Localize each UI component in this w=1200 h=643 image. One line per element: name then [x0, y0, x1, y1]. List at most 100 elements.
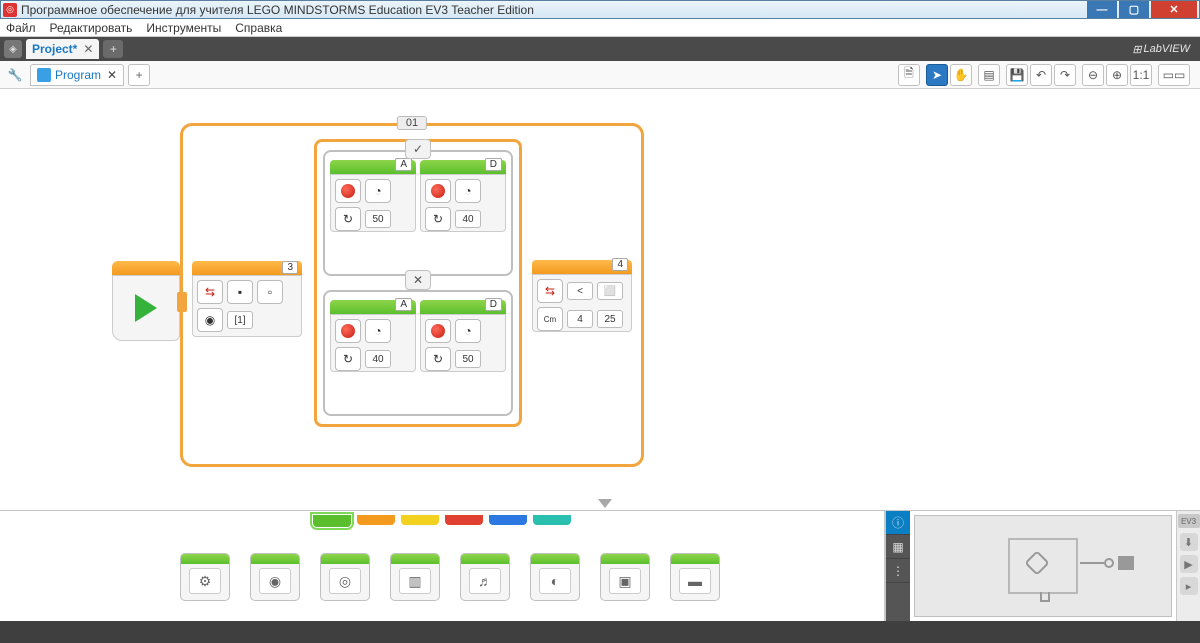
- redo-button[interactable]: ↷: [1054, 64, 1076, 86]
- palette-tab-myblocks[interactable]: [533, 515, 571, 525]
- loop-exit-icon[interactable]: [537, 279, 563, 303]
- motor-port-d[interactable]: D: [485, 158, 502, 171]
- zoom-out-button[interactable]: ⊖: [1082, 64, 1104, 86]
- palette-tab-action[interactable]: [313, 515, 351, 527]
- window-close-button[interactable]: ✕: [1151, 1, 1197, 18]
- window-title: Программное обеспечение для учителя LEGO…: [21, 3, 1085, 17]
- motor-mode-icon[interactable]: [425, 207, 451, 231]
- save-button[interactable]: 💾: [1006, 64, 1028, 86]
- zoom-fit-button[interactable]: 1:1: [1130, 64, 1152, 86]
- comment-tool-button[interactable]: ▤: [978, 64, 1000, 86]
- menu-file[interactable]: Файл: [6, 21, 36, 35]
- motor-port-d[interactable]: D: [485, 298, 502, 311]
- power-dial-icon[interactable]: [365, 179, 391, 203]
- loop-end-block[interactable]: 4 < ⬜ Cm 4 25: [532, 260, 632, 340]
- motor-icon: [335, 179, 361, 203]
- motor-power-value[interactable]: 40: [365, 350, 391, 368]
- motor-power-value[interactable]: 50: [455, 350, 481, 368]
- motor-mode-icon[interactable]: [335, 207, 361, 231]
- sensor-index-value[interactable]: [1]: [227, 311, 253, 329]
- power-dial-icon[interactable]: [455, 319, 481, 343]
- project-tab-label: Project*: [32, 42, 77, 56]
- loop-end-value-1[interactable]: 4: [567, 310, 593, 328]
- menubar: Файл Редактировать Инструменты Справка: [0, 19, 1200, 37]
- motor-power-value[interactable]: 50: [365, 210, 391, 228]
- run-button[interactable]: ▶: [1180, 555, 1198, 573]
- motor-block-d-top[interactable]: D 40: [420, 160, 506, 266]
- loop-end-port-badge[interactable]: 4: [612, 258, 628, 271]
- add-project-button[interactable]: +: [103, 40, 123, 58]
- start-block[interactable]: [112, 261, 180, 341]
- loop-index-label[interactable]: 01: [397, 116, 427, 130]
- menu-tools[interactable]: Инструменты: [146, 21, 221, 35]
- program-tab-close-icon[interactable]: ✕: [107, 68, 117, 82]
- palette-block-brick-status-light[interactable]: ▣: [600, 553, 650, 601]
- switch-case-false-icon[interactable]: ✕: [405, 270, 431, 290]
- motor-icon: [335, 319, 361, 343]
- palette-tab-data[interactable]: [445, 515, 483, 525]
- window-maximize-button[interactable]: ▢: [1119, 1, 1149, 18]
- undo-button[interactable]: ↶: [1030, 64, 1052, 86]
- hw-tab-port-view[interactable]: ▦: [886, 535, 910, 559]
- download-button[interactable]: ⬇: [1180, 533, 1198, 551]
- add-program-button[interactable]: +: [128, 64, 150, 86]
- ev3-controls: EV3 ⬇ ▶ ▸: [1176, 511, 1200, 621]
- palette-tab-sensor[interactable]: [401, 515, 439, 525]
- switch-container[interactable]: ✓ ✕ A 50 D 40: [314, 139, 522, 427]
- brick-diagram-icon: [1008, 538, 1078, 594]
- program-tab[interactable]: Program ✕: [30, 64, 124, 86]
- palette-block-medium-motor[interactable]: ⚙: [180, 553, 230, 601]
- sensor-param-2[interactable]: ▫: [257, 280, 283, 304]
- switch-case-false[interactable]: A 40 D 50: [323, 290, 513, 416]
- project-properties-button[interactable]: 🔧: [4, 64, 26, 86]
- sensor-param-1[interactable]: ▪: [227, 280, 253, 304]
- lobby-icon[interactable]: ◈: [4, 40, 22, 58]
- motor-port-a[interactable]: A: [395, 158, 412, 171]
- power-dial-icon[interactable]: [455, 179, 481, 203]
- switch-mode-icon[interactable]: [197, 280, 223, 304]
- document-button[interactable]: 🗎: [898, 64, 920, 86]
- project-tab[interactable]: Project* ✕: [26, 39, 99, 59]
- hw-tab-available-bricks[interactable]: ⋮: [886, 559, 910, 583]
- menu-help[interactable]: Справка: [235, 21, 282, 35]
- program-icon: [37, 68, 51, 82]
- pointer-tool-button[interactable]: ➤: [926, 64, 948, 86]
- switch-sensor-block[interactable]: 3 ▪ ▫ [1]: [192, 261, 302, 341]
- sensor-type-icon[interactable]: [197, 308, 223, 332]
- palette-collapse-icon[interactable]: [598, 499, 612, 508]
- zoom-in-button[interactable]: ⊕: [1106, 64, 1128, 86]
- menu-edit[interactable]: Редактировать: [50, 21, 133, 35]
- switch-case-true-icon[interactable]: ✓: [405, 139, 431, 159]
- motor-port-a[interactable]: A: [395, 298, 412, 311]
- project-tab-close-icon[interactable]: ✕: [83, 42, 93, 56]
- palette-block-move-tank[interactable]: ▥: [390, 553, 440, 601]
- hw-tab-brick-info[interactable]: ⓘ: [886, 511, 910, 535]
- palette-tab-flow[interactable]: [357, 515, 395, 525]
- palette-block-stop[interactable]: ▬: [670, 553, 720, 601]
- pan-tool-button[interactable]: ✋: [950, 64, 972, 86]
- motor-block-a-bot[interactable]: A 40: [330, 300, 416, 406]
- loop-end-unit[interactable]: ⬜: [597, 282, 623, 300]
- motor-power-value[interactable]: 40: [455, 210, 481, 228]
- palette-block-sound[interactable]: ◐: [530, 553, 580, 601]
- motor-mode-icon[interactable]: [335, 347, 361, 371]
- sensor-port-badge[interactable]: 3: [282, 261, 298, 274]
- palette-block-display[interactable]: ♬: [460, 553, 510, 601]
- window-titlebar: ◎ Программное обеспечение для учителя LE…: [0, 0, 1200, 19]
- motor-icon: [425, 179, 451, 203]
- programming-canvas[interactable]: 01 3 ▪ ▫ [1] ✓ ✕ A: [0, 89, 1200, 511]
- palette-block-large-motor[interactable]: ◉: [250, 553, 300, 601]
- motor-block-d-bot[interactable]: D 50: [420, 300, 506, 406]
- loop-compare-op[interactable]: <: [567, 282, 593, 300]
- loop-end-cm-icon[interactable]: Cm: [537, 307, 563, 331]
- switch-case-true[interactable]: A 50 D 40: [323, 150, 513, 276]
- motor-block-a-top[interactable]: A 50: [330, 160, 416, 266]
- palette-tab-advanced[interactable]: [489, 515, 527, 525]
- window-minimize-button[interactable]: —: [1087, 1, 1117, 18]
- loop-end-value-2[interactable]: 25: [597, 310, 623, 328]
- palette-block-move-steering[interactable]: ◎: [320, 553, 370, 601]
- content-editor-button[interactable]: ▭▭: [1158, 64, 1190, 86]
- motor-mode-icon[interactable]: [425, 347, 451, 371]
- run-selected-button[interactable]: ▸: [1180, 577, 1198, 595]
- power-dial-icon[interactable]: [365, 319, 391, 343]
